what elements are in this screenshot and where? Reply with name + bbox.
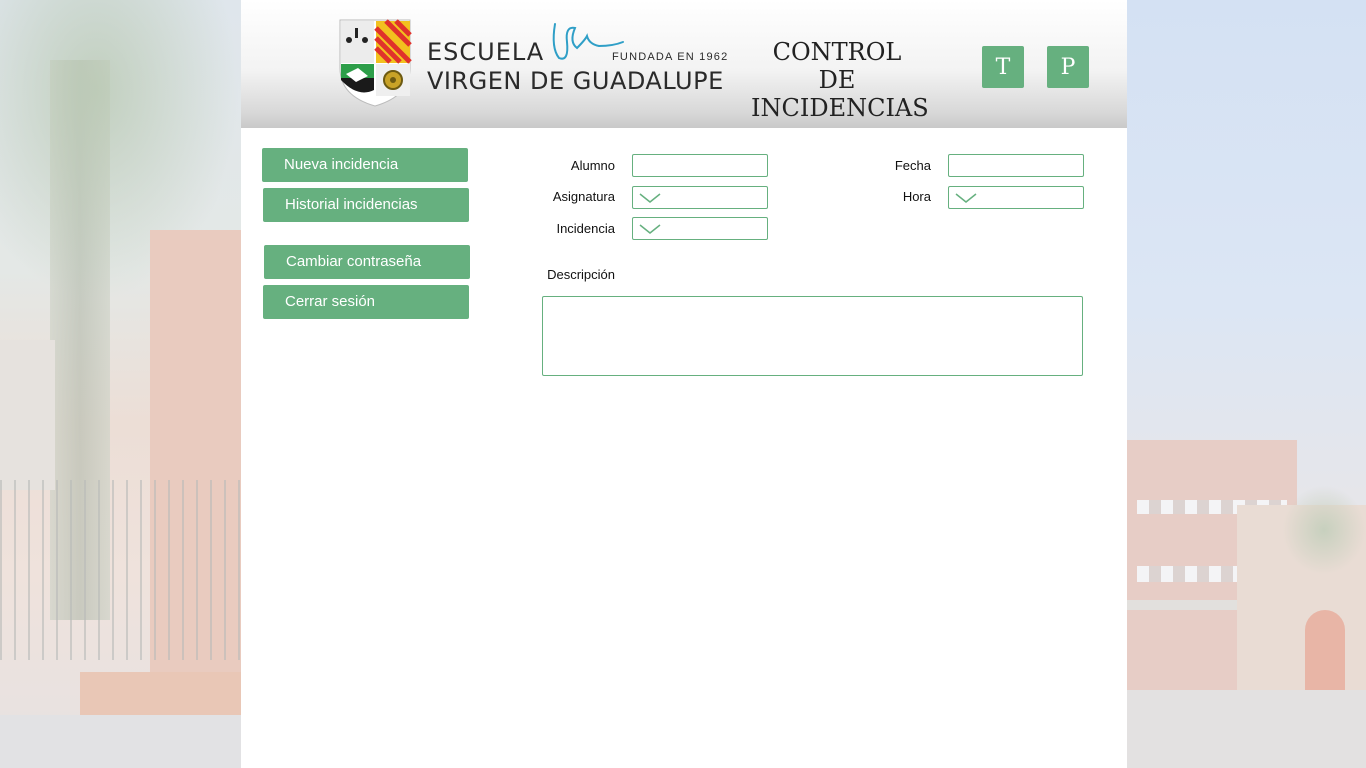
app-title: CONTROL DE INCIDENCIAS <box>751 38 929 122</box>
asignatura-label: Asignatura <box>552 189 615 204</box>
founded-text: FUNDADA EN 1962 <box>612 51 729 63</box>
school-name-line2: VIRGEN DE GUADALUPE <box>427 67 724 95</box>
header: ESCUELA FUNDADA EN 1962 VIRGEN DE GUADAL… <box>241 0 1127 128</box>
profile-button[interactable]: P <box>1047 46 1089 88</box>
incidencia-label: Incidencia <box>556 221 615 236</box>
menu-logout-button[interactable]: Cerrar sesión <box>263 285 469 319</box>
alumno-label: Alumno <box>570 158 615 173</box>
background-photo-right <box>1127 0 1366 768</box>
school-name-line1: ESCUELA <box>427 38 545 66</box>
hora-select[interactable] <box>948 186 1084 209</box>
fecha-input[interactable] <box>948 154 1084 177</box>
descripcion-textarea[interactable] <box>542 296 1083 376</box>
menu-new-incident-button[interactable]: Nueva incidencia <box>262 148 468 182</box>
chevron-down-icon <box>639 193 661 203</box>
main-panel: ESCUELA FUNDADA EN 1962 VIRGEN DE GUADAL… <box>241 0 1127 768</box>
alumno-input[interactable] <box>632 154 768 177</box>
hora-label: Hora <box>902 189 931 204</box>
background-photo-left <box>0 0 241 768</box>
descripcion-label: Descripción <box>547 267 615 282</box>
menu-incident-history-button[interactable]: Historial incidencias <box>263 188 469 222</box>
teacher-button[interactable]: T <box>982 46 1024 88</box>
school-crest-logo <box>339 19 412 107</box>
chevron-down-icon <box>955 193 977 203</box>
asignatura-select[interactable] <box>632 186 768 209</box>
chevron-down-icon <box>639 224 661 234</box>
menu-change-password-button[interactable]: Cambiar contraseña <box>264 245 470 279</box>
incidencia-select[interactable] <box>632 217 768 240</box>
fecha-label: Fecha <box>894 158 931 173</box>
